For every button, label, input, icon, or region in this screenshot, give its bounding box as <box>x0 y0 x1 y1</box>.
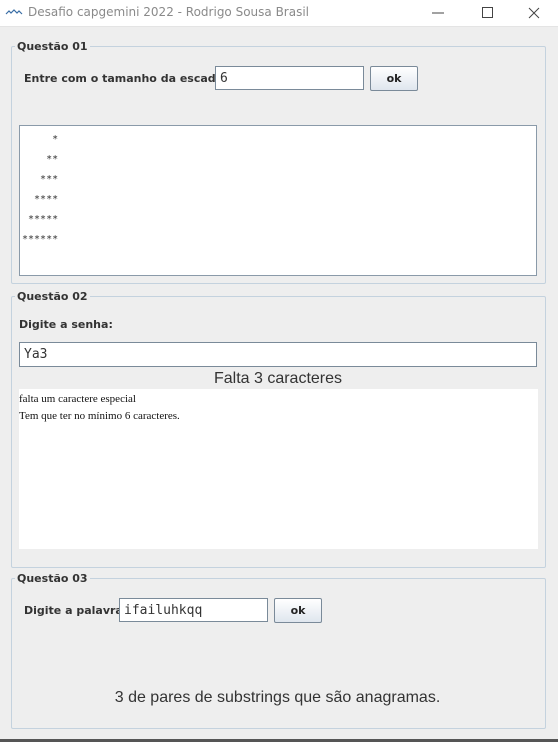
word-input[interactable] <box>119 598 268 622</box>
minimize-icon <box>432 12 444 14</box>
stairs-text: * ** *** **** ***** ****** <box>22 134 59 245</box>
password-input[interactable] <box>19 342 537 367</box>
q3-group-title: Questão 03 <box>15 572 90 586</box>
stair-ok-button[interactable]: ok <box>370 66 418 91</box>
title-bar: Desafio capgemini 2022 - Rodrigo Sousa B… <box>0 0 558 27</box>
stair-size-input[interactable] <box>215 66 364 90</box>
close-icon <box>528 7 540 19</box>
message-line: falta um caractere especial <box>19 393 136 405</box>
maximize-button[interactable] <box>466 0 512 26</box>
java-app-icon <box>5 9 23 15</box>
stair-size-label: Entre com o tamanho da escada: <box>24 72 228 85</box>
missing-chars-text: Falta 3 caracteres <box>213 370 343 387</box>
word-label: Digite a palavra: <box>24 604 128 617</box>
anagram-result-text: 3 de pares de substrings que são anagram… <box>114 689 441 706</box>
stairs-output: * ** *** **** ***** ****** <box>19 125 537 276</box>
q2-group-title: Questão 02 <box>15 290 90 304</box>
window-title: Desafio capgemini 2022 - Rodrigo Sousa B… <box>28 5 310 19</box>
maximize-icon <box>482 7 493 18</box>
message-line: Tem que ter no mínimo 6 caracteres. <box>19 410 180 422</box>
password-messages-area: falta um caractere especial Tem que ter … <box>19 389 538 549</box>
q1-group-title: Questão 01 <box>15 40 90 54</box>
word-ok-button[interactable]: ok <box>274 598 322 623</box>
close-button[interactable] <box>512 0 558 26</box>
minimize-button[interactable] <box>416 0 462 26</box>
password-label: Digite a senha: <box>19 318 113 331</box>
